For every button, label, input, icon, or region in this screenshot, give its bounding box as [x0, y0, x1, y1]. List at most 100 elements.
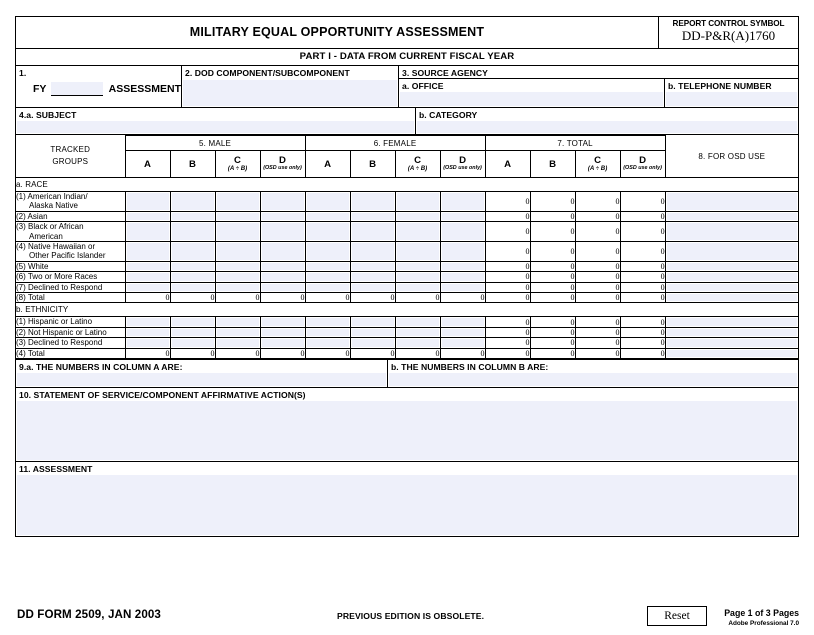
female-col-B-input[interactable] — [349, 260, 396, 273]
male-col-C-input[interactable] — [214, 191, 261, 212]
male-col-C-input[interactable] — [214, 241, 261, 262]
female-col-B-input[interactable] — [349, 241, 396, 262]
male-col-D-input[interactable] — [259, 221, 306, 243]
telephone-input[interactable] — [666, 92, 797, 106]
column-a-input[interactable] — [17, 373, 386, 387]
male-col-D-input[interactable] — [259, 191, 306, 212]
osd-use-cell[interactable] — [664, 260, 798, 273]
column-b-input[interactable] — [389, 373, 797, 387]
female-col-C-input[interactable] — [394, 326, 441, 339]
male-col-A-input[interactable] — [124, 271, 171, 283]
female-col-D-input[interactable] — [439, 281, 486, 294]
male-col-A-input[interactable] — [124, 191, 171, 212]
female-col-C-input[interactable] — [394, 210, 441, 223]
subject-input[interactable] — [17, 121, 414, 133]
statement-input[interactable] — [17, 401, 797, 461]
office-input[interactable] — [400, 92, 663, 106]
male-col-B-input[interactable] — [169, 316, 216, 328]
male-col-D-input[interactable] — [259, 241, 306, 262]
female-col-C-input[interactable] — [394, 281, 441, 294]
male-col-C-input[interactable] — [214, 221, 261, 243]
female-col-C-input[interactable] — [394, 241, 441, 262]
osd-use-cell[interactable] — [664, 241, 798, 262]
male-col-D-input[interactable] — [259, 281, 306, 294]
female-col-B-input[interactable] — [349, 326, 396, 339]
female-col-A-input[interactable] — [304, 191, 351, 212]
female-col-A-input[interactable] — [304, 316, 351, 328]
male-col-B-input[interactable] — [169, 191, 216, 212]
male-col-C-input[interactable] — [214, 316, 261, 328]
osd-use-cell[interactable] — [664, 191, 798, 212]
female-col-A-input[interactable] — [304, 281, 351, 294]
male-col-C-input[interactable] — [214, 281, 261, 294]
male-col-A-input[interactable] — [124, 221, 171, 243]
female-col-B-input[interactable] — [349, 271, 396, 283]
female-col-A-input[interactable] — [304, 241, 351, 262]
female-col-B-input[interactable] — [349, 316, 396, 328]
male-col-D-input[interactable] — [259, 326, 306, 339]
female-col-B-input[interactable] — [349, 221, 396, 243]
osd-use-cell[interactable] — [664, 221, 798, 243]
male-col-D-input[interactable] — [259, 271, 306, 283]
male-col-B-input[interactable] — [169, 326, 216, 339]
male-col-B-input[interactable] — [169, 241, 216, 262]
male-col-C-input[interactable] — [214, 337, 261, 349]
osd-use-cell[interactable] — [664, 210, 798, 223]
female-col-D-input[interactable] — [439, 191, 486, 212]
female-col-B-input[interactable] — [349, 210, 396, 223]
reset-button[interactable]: Reset — [647, 606, 707, 626]
female-col-D-input[interactable] — [439, 260, 486, 273]
female-col-A-input[interactable] — [304, 271, 351, 283]
male-col-B-input[interactable] — [169, 221, 216, 243]
female-col-C-input[interactable] — [394, 260, 441, 273]
female-col-D-input[interactable] — [439, 210, 486, 223]
female-col-D-input[interactable] — [439, 326, 486, 339]
osd-use-cell[interactable] — [664, 271, 798, 283]
female-col-A-input[interactable] — [304, 210, 351, 223]
male-col-A-input[interactable] — [124, 326, 171, 339]
female-col-C-input[interactable] — [394, 316, 441, 328]
osd-use-cell[interactable] — [664, 337, 798, 349]
female-col-A-input[interactable] — [304, 337, 351, 349]
osd-use-cell[interactable] — [664, 292, 798, 304]
dod-component-input[interactable] — [183, 80, 397, 106]
male-col-C-input[interactable] — [214, 271, 261, 283]
osd-use-cell[interactable] — [664, 316, 798, 328]
osd-use-cell[interactable] — [664, 347, 798, 360]
female-col-D-input[interactable] — [439, 337, 486, 349]
male-col-C-input[interactable] — [214, 210, 261, 223]
male-col-B-input[interactable] — [169, 210, 216, 223]
male-col-B-input[interactable] — [169, 281, 216, 294]
male-col-D-input[interactable] — [259, 260, 306, 273]
male-col-A-input[interactable] — [124, 260, 171, 273]
female-col-C-input[interactable] — [394, 271, 441, 283]
male-col-C-input[interactable] — [214, 260, 261, 273]
assessment-input[interactable] — [17, 475, 797, 536]
female-col-D-input[interactable] — [439, 271, 486, 283]
female-col-C-input[interactable] — [394, 191, 441, 212]
female-col-B-input[interactable] — [349, 281, 396, 294]
female-col-B-input[interactable] — [349, 191, 396, 212]
male-col-A-input[interactable] — [124, 316, 171, 328]
female-col-C-input[interactable] — [394, 337, 441, 349]
male-col-B-input[interactable] — [169, 271, 216, 283]
male-col-D-input[interactable] — [259, 210, 306, 223]
male-col-B-input[interactable] — [169, 337, 216, 349]
male-col-A-input[interactable] — [124, 337, 171, 349]
male-col-C-input[interactable] — [214, 326, 261, 339]
male-col-A-input[interactable] — [124, 241, 171, 262]
female-col-D-input[interactable] — [439, 316, 486, 328]
category-input[interactable] — [417, 121, 797, 133]
female-col-A-input[interactable] — [304, 221, 351, 243]
female-col-A-input[interactable] — [304, 326, 351, 339]
female-col-D-input[interactable] — [439, 221, 486, 243]
osd-use-cell[interactable] — [664, 326, 798, 339]
fy-input[interactable] — [51, 82, 103, 96]
female-col-B-input[interactable] — [349, 337, 396, 349]
female-col-D-input[interactable] — [439, 241, 486, 262]
male-col-D-input[interactable] — [259, 337, 306, 349]
male-col-A-input[interactable] — [124, 210, 171, 223]
male-col-A-input[interactable] — [124, 281, 171, 294]
male-col-B-input[interactable] — [169, 260, 216, 273]
female-col-C-input[interactable] — [394, 221, 441, 243]
